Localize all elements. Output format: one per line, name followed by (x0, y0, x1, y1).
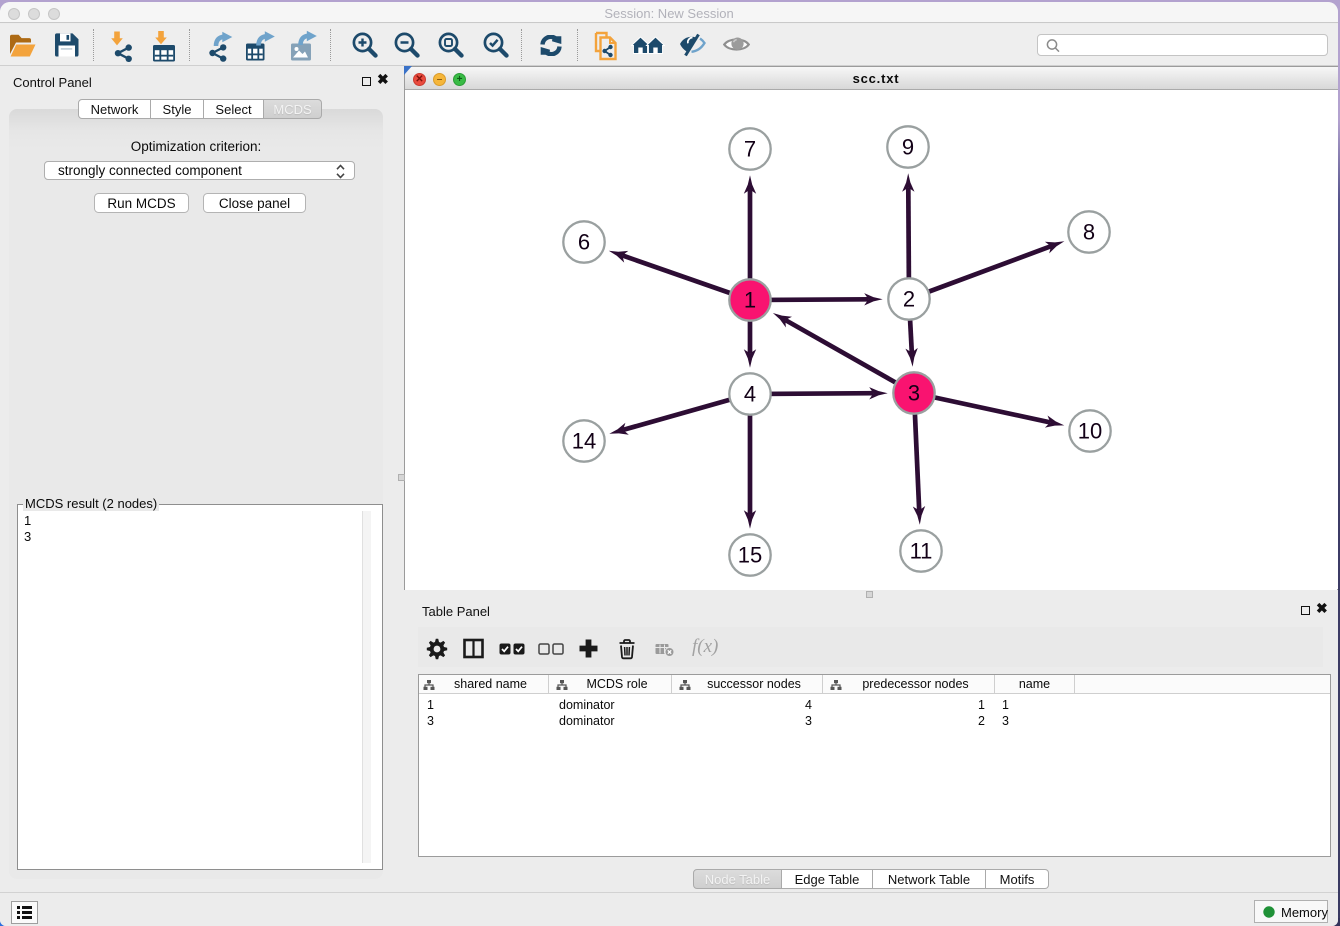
svg-text:4: 4 (744, 382, 756, 407)
svg-text:15: 15 (738, 543, 762, 568)
svg-text:9: 9 (902, 135, 914, 160)
svg-text:8: 8 (1083, 220, 1095, 245)
svg-text:14: 14 (572, 429, 596, 454)
svg-text:11: 11 (910, 539, 933, 564)
svg-text:1: 1 (744, 288, 756, 313)
svg-text:7: 7 (744, 137, 756, 162)
svg-text:10: 10 (1078, 419, 1102, 444)
svg-text:3: 3 (908, 381, 920, 406)
svg-text:6: 6 (578, 230, 590, 255)
svg-text:2: 2 (903, 287, 915, 312)
